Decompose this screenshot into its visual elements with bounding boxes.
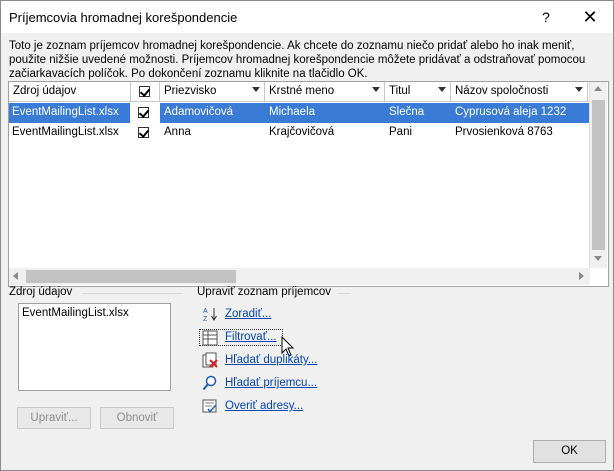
vertical-scroll-thumb[interactable] — [592, 100, 605, 250]
chevron-down-icon[interactable] — [252, 87, 260, 92]
refine-group-label: Upraviť zoznam príjemcov — [197, 286, 332, 298]
cell-company: Cyprusová aleja 1232 — [455, 106, 567, 118]
select-all-checkbox[interactable] — [139, 86, 151, 97]
table-row[interactable]: EventMailingList.xlsx Anna Krajčovičová … — [9, 123, 590, 143]
checkbox-cell — [130, 103, 160, 123]
mail-merge-recipients-dialog: Príjemcovia hromadnej korešpondencie ? ✕… — [0, 0, 614, 471]
cell-title: Pani — [389, 126, 413, 138]
svg-text:A: A — [203, 308, 208, 315]
recipients-grid[interactable]: Zdroj údajov Priezvisko Krstné meno Titu… — [8, 81, 609, 287]
column-header-surname-label: Priezvisko — [164, 85, 217, 97]
scroll-up-icon[interactable] — [594, 86, 602, 91]
title-bar: Príjemcovia hromadnej korešpondencie ? ✕ — [1, 1, 613, 33]
cell-company: Prvosienková 8763 — [455, 126, 553, 138]
checkbox-cell — [130, 123, 160, 143]
column-header-company[interactable]: Názov spoločnosti — [451, 82, 588, 102]
refresh-button[interactable]: Obnoviť — [100, 407, 174, 429]
column-header-first-name-label: Krstné meno — [269, 85, 335, 97]
column-header-title[interactable]: Titul — [385, 82, 451, 102]
ok-button[interactable]: OK — [533, 440, 606, 463]
find-recipient-icon — [202, 375, 217, 391]
edit-button[interactable]: Upraviť... — [17, 407, 91, 429]
find-recipient-link[interactable]: Hľadať príjemcu... — [225, 377, 317, 389]
close-button[interactable]: ✕ — [567, 1, 613, 33]
cell-source: EventMailingList.xlsx — [12, 126, 119, 138]
horizontal-scroll-thumb[interactable] — [26, 270, 236, 283]
validate-addresses-link[interactable]: Overiť adresy... — [225, 400, 303, 412]
sort-az-icon: A Z — [203, 308, 217, 322]
recipient-checkbox[interactable] — [138, 107, 150, 118]
scroll-down-icon[interactable] — [594, 256, 602, 261]
column-header-company-label: Názov spoločnosti — [455, 85, 549, 97]
validate-addresses-icon — [202, 399, 217, 413]
cell-surname: Adamovičová — [164, 106, 234, 118]
column-header-first-name[interactable]: Krstné meno — [265, 82, 385, 102]
filter-icon — [202, 330, 218, 346]
vertical-scrollbar[interactable] — [589, 82, 607, 268]
duplicates-icon — [202, 352, 218, 368]
data-source-list[interactable]: EventMailingList.xlsx — [18, 303, 171, 391]
svg-text:Z: Z — [203, 316, 208, 322]
filter-link[interactable]: Filtrovať... — [225, 331, 277, 343]
help-button[interactable]: ? — [531, 1, 561, 33]
chevron-down-icon[interactable] — [372, 87, 380, 92]
column-header-surname[interactable]: Priezvisko — [160, 82, 265, 102]
dialog-title: Príjemcovia hromadnej korešpondencie — [9, 10, 238, 25]
column-header-title-label: Titul — [389, 85, 411, 97]
find-duplicates-link[interactable]: Hľadať duplikáty... — [225, 354, 317, 366]
chevron-down-icon[interactable] — [575, 87, 583, 92]
cell-title: Slečna — [389, 106, 425, 118]
instructions-text: Toto je zoznam príjemcov hromadnej koreš… — [9, 40, 586, 80]
data-source-group-label: Zdroj údajov — [9, 286, 73, 298]
divider — [83, 293, 183, 294]
scroll-left-icon[interactable] — [13, 272, 18, 280]
data-source-item[interactable]: EventMailingList.xlsx — [22, 307, 129, 319]
cell-first-name: Krajčovičová — [269, 126, 335, 138]
column-header-checkbox[interactable] — [131, 82, 160, 102]
recipient-checkbox[interactable] — [138, 127, 150, 138]
column-header-source[interactable]: Zdroj údajov — [9, 82, 131, 102]
divider — [337, 293, 351, 294]
chevron-down-icon[interactable] — [438, 87, 446, 92]
table-row[interactable]: EventMailingList.xlsx Adamovičová Michae… — [9, 103, 590, 123]
cell-first-name: Michaela — [269, 106, 316, 118]
sort-link[interactable]: Zoradiť... — [225, 308, 272, 320]
cell-surname: Anna — [164, 126, 191, 138]
horizontal-scrollbar[interactable] — [9, 268, 590, 285]
scroll-right-icon[interactable] — [579, 272, 584, 280]
cell-source: EventMailingList.xlsx — [12, 106, 119, 118]
column-header-source-label: Zdroj údajov — [13, 85, 77, 97]
